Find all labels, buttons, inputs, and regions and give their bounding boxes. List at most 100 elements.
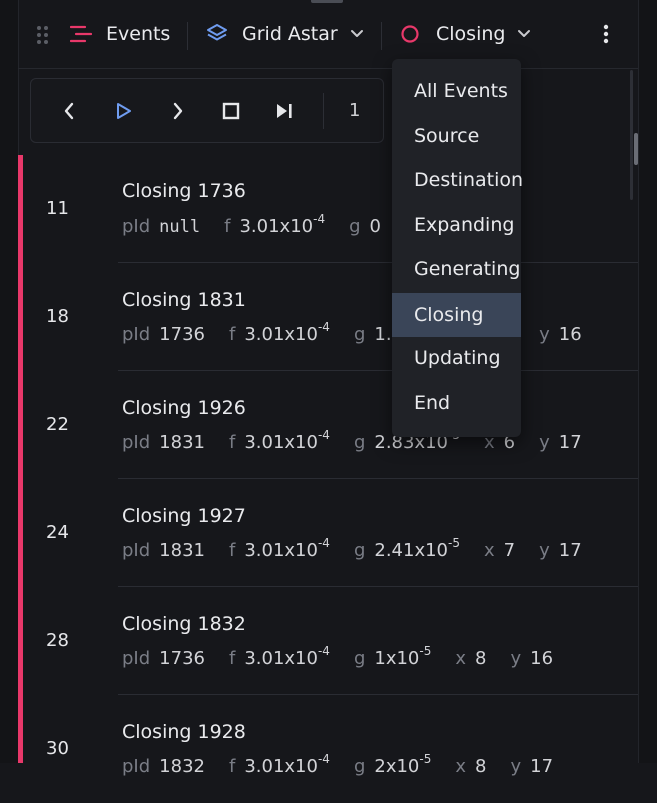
prop-value-pid: 1832 bbox=[159, 756, 205, 777]
chevron-left-icon bbox=[64, 102, 74, 119]
event-row[interactable]: 11 Closing 1736 pId null f 3.01x10-4 g 0 bbox=[23, 155, 638, 263]
events-list-icon bbox=[70, 25, 92, 43]
event-row[interactable]: 24 Closing 1927 pId 1831 f 3.01x10-4 g 2… bbox=[23, 479, 638, 587]
prop-value-x: 8 bbox=[475, 648, 487, 669]
prop-value-y: 17 bbox=[558, 540, 582, 561]
prop-value-f-base: 3.01x10 bbox=[244, 324, 318, 345]
prop-key-pid: pId bbox=[122, 648, 151, 669]
prop-key-pid: pId bbox=[122, 432, 151, 453]
more-options-button[interactable] bbox=[596, 0, 616, 68]
menu-item-all-events[interactable]: All Events bbox=[392, 69, 521, 113]
menu-item-generating[interactable]: Generating bbox=[392, 247, 521, 291]
prop-value-pid: 1736 bbox=[159, 324, 205, 345]
skip-to-end-icon bbox=[277, 103, 292, 118]
prop-value-y: 16 bbox=[558, 324, 582, 345]
prop-value-f: 3.01x10-4 bbox=[244, 428, 330, 453]
event-properties: pId null f 3.01x10-4 g 0 bbox=[122, 212, 405, 237]
prop-key-y: y bbox=[510, 648, 522, 669]
event-properties: pId 1831 f 3.01x10-4 g 2.83x10-5 x 6 y 1… bbox=[122, 428, 606, 453]
stop-button[interactable] bbox=[211, 79, 251, 142]
chevron-down-icon bbox=[518, 30, 531, 37]
prop-value-f-exp: -4 bbox=[317, 320, 330, 334]
prop-value-g-exp: -5 bbox=[419, 752, 432, 766]
event-row[interactable]: 30 Closing 1928 pId 1832 f 3.01x10-4 g 2… bbox=[23, 695, 638, 803]
play-icon bbox=[117, 102, 131, 119]
events-tab-label: Events bbox=[106, 23, 171, 45]
controls-divider bbox=[323, 93, 324, 129]
menu-item-closing[interactable]: Closing bbox=[392, 293, 521, 337]
event-row[interactable]: 18 Closing 1831 pId 1736 f 3.01x10-4 g 1… bbox=[23, 263, 638, 371]
menu-item-updating[interactable]: Updating bbox=[392, 336, 521, 380]
prop-value-f: 3.01x10-4 bbox=[244, 536, 330, 561]
layers-icon bbox=[207, 24, 227, 41]
prop-key-f: f bbox=[224, 216, 231, 237]
prop-key-pid: pId bbox=[122, 540, 151, 561]
prop-key-pid: pId bbox=[122, 756, 151, 777]
skip-to-end-button[interactable] bbox=[265, 79, 305, 142]
prop-value-pid: 1736 bbox=[159, 648, 205, 669]
prop-value-g-base: 1x10 bbox=[374, 648, 420, 669]
prop-value-g: 2.41x10-5 bbox=[374, 536, 460, 561]
prop-key-f: f bbox=[228, 648, 236, 669]
toolbar-divider bbox=[187, 22, 188, 50]
step-back-button[interactable] bbox=[49, 79, 89, 142]
event-title: Closing 1926 bbox=[122, 397, 246, 419]
prop-value-f-exp: -4 bbox=[317, 428, 330, 442]
step-counter[interactable]: 1 bbox=[349, 79, 360, 142]
prop-value-g-base: 2x10 bbox=[374, 756, 420, 777]
algorithm-select-label: Grid Astar bbox=[242, 23, 338, 45]
menu-item-end[interactable]: End bbox=[392, 381, 521, 425]
prop-value-f: 3.01x10-4 bbox=[239, 212, 325, 237]
prop-value-f: 3.01x10-4 bbox=[244, 752, 330, 777]
playback-controls: 1 bbox=[30, 78, 384, 143]
menu-item-destination[interactable]: Destination bbox=[392, 158, 523, 202]
circle-icon bbox=[401, 25, 419, 43]
chevron-right-icon bbox=[173, 102, 183, 119]
step-forward-button[interactable] bbox=[158, 79, 198, 142]
prop-value-pid: 1831 bbox=[159, 432, 205, 453]
prop-value-f-exp: -4 bbox=[317, 644, 330, 658]
prop-value-y: 16 bbox=[530, 648, 554, 669]
prop-value-f: 3.01x10-4 bbox=[244, 644, 330, 669]
drag-handle-icon[interactable] bbox=[37, 26, 49, 44]
prop-key-g: g bbox=[349, 216, 361, 237]
prop-value-f-base: 3.01x10 bbox=[244, 648, 318, 669]
event-id: 11 bbox=[46, 198, 69, 219]
event-properties: pId 1832 f 3.01x10-4 g 2x10-5 x 8 y 17 bbox=[122, 752, 577, 777]
play-button[interactable] bbox=[104, 79, 144, 142]
more-vertical-icon bbox=[603, 24, 609, 44]
prop-key-f: f bbox=[228, 324, 236, 345]
prop-key-g: g bbox=[353, 432, 366, 453]
event-id: 18 bbox=[46, 306, 69, 327]
event-filter-select[interactable]: Closing bbox=[400, 0, 531, 68]
prop-value-f-base: 3.01x10 bbox=[244, 540, 318, 561]
event-title: Closing 1928 bbox=[122, 721, 246, 743]
prop-key-y: y bbox=[539, 432, 550, 453]
algorithm-select[interactable]: Grid Astar bbox=[206, 0, 364, 68]
prop-key-x: x bbox=[455, 648, 467, 669]
event-title: Closing 1927 bbox=[122, 505, 246, 527]
prop-value-f-base: 3.01x10 bbox=[244, 756, 318, 777]
event-id: 22 bbox=[46, 414, 69, 435]
prop-value-f-exp: -4 bbox=[317, 752, 330, 766]
prop-value-x: 8 bbox=[475, 756, 487, 777]
prop-value-f: 3.01x10-4 bbox=[244, 320, 330, 345]
prop-key-f: f bbox=[228, 540, 236, 561]
event-id: 28 bbox=[46, 630, 69, 651]
prop-key-g: g bbox=[353, 540, 366, 561]
event-row[interactable]: 28 Closing 1832 pId 1736 f 3.01x10-4 g 1… bbox=[23, 587, 638, 695]
prop-key-g: g bbox=[353, 648, 366, 669]
menu-item-source[interactable]: Source bbox=[392, 114, 521, 158]
event-id: 30 bbox=[46, 738, 69, 759]
toolbar-divider bbox=[381, 22, 382, 50]
prop-key-pid: pId bbox=[122, 324, 151, 345]
scrollbar-thumb[interactable] bbox=[634, 133, 638, 165]
prop-value-x: 7 bbox=[503, 540, 516, 561]
event-title: Closing 1736 bbox=[122, 180, 246, 202]
panel-right-border bbox=[638, 0, 657, 763]
panel-left-border bbox=[0, 0, 19, 763]
scrollbar-track[interactable] bbox=[630, 70, 633, 200]
events-tab[interactable]: Events bbox=[70, 0, 170, 68]
menu-item-expanding[interactable]: Expanding bbox=[392, 203, 521, 247]
event-row[interactable]: 22 Closing 1926 pId 1831 f 3.01x10-4 g 2… bbox=[23, 371, 638, 479]
